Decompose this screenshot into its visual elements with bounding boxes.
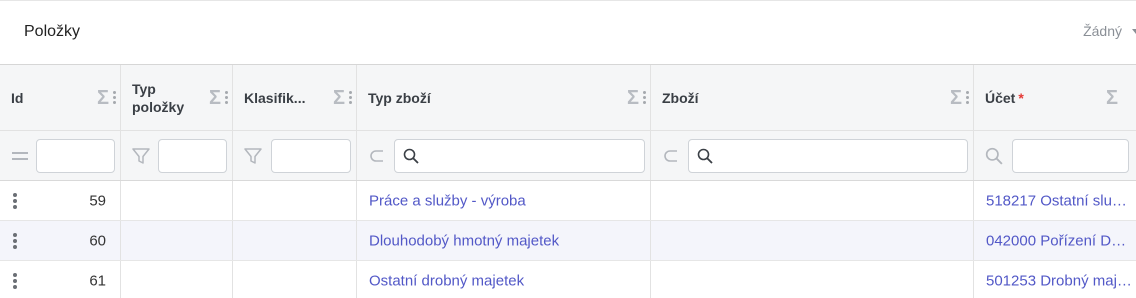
filter-cell-klasifikace — [233, 131, 357, 180]
cell-typ-polozky — [121, 181, 233, 220]
view-select-value: Žádný — [1083, 23, 1122, 39]
table-row[interactable]: 60 Dlouhodobý hmotný majetek 042000 Poří… — [0, 221, 1136, 261]
filter-cell-ucet — [974, 131, 1136, 180]
column-header-label: Účet * — [985, 89, 1024, 107]
column-header-text: Účet — [985, 89, 1016, 106]
column-header-label: Zboží — [662, 89, 699, 106]
ucet-link[interactable]: 501253 Drobný majetek — [986, 272, 1132, 289]
ucet-link[interactable]: 042000 Pořízení DHM — [986, 232, 1132, 249]
row-actions-icon[interactable] — [13, 232, 17, 249]
filter-cell-typ-polozky — [121, 131, 233, 180]
cell-ucet: 518217 Ostatní služby — [974, 181, 1136, 220]
required-marker: * — [1018, 89, 1024, 106]
sigma-icon[interactable]: Σ — [209, 88, 221, 108]
filter-input-id[interactable] — [36, 139, 115, 173]
search-icon[interactable] — [984, 147, 1004, 165]
sigma-icon[interactable]: Σ — [950, 88, 962, 108]
row-id: 60 — [89, 232, 106, 249]
filter-input-ucet[interactable] — [1012, 139, 1129, 173]
cell-typ-zbozi: Dlouhodobý hmotný majetek — [357, 221, 651, 260]
contains-icon[interactable] — [367, 147, 387, 165]
filter-input-klasifikace[interactable] — [271, 139, 351, 173]
filter-input-typ-zbozi[interactable] — [394, 139, 645, 173]
row-actions-icon[interactable] — [13, 192, 17, 209]
cell-ucet: 042000 Pořízení DHM — [974, 221, 1136, 260]
cell-typ-zbozi: Práce a služby - výroba — [357, 181, 651, 220]
typ-zbozi-link[interactable]: Dlouhodobý hmotný majetek — [369, 232, 559, 249]
table-row[interactable]: 59 Práce a služby - výroba 518217 Ostatn… — [0, 181, 1136, 221]
cell-zbozi — [651, 221, 974, 260]
grid-filter-row — [0, 131, 1136, 181]
contains-icon[interactable] — [661, 147, 681, 165]
column-menu-icon[interactable] — [113, 91, 116, 104]
column-menu-icon[interactable] — [349, 91, 352, 104]
cell-zbozi — [651, 261, 974, 298]
row-id: 59 — [89, 192, 106, 209]
equals-icon[interactable] — [10, 147, 30, 165]
column-header-ucet[interactable]: Účet * Σ — [974, 65, 1136, 130]
cell-typ-zbozi: Ostatní drobný majetek — [357, 261, 651, 298]
column-menu-icon[interactable] — [225, 91, 228, 104]
cell-klasifikace — [233, 221, 357, 260]
ucet-link[interactable]: 518217 Ostatní služby — [986, 192, 1132, 209]
typ-zbozi-link[interactable]: Práce a služby - výroba — [369, 192, 526, 209]
cell-id: 60 — [0, 221, 121, 260]
data-grid: Id Σ Typ položky Σ Klasifik... Σ Typ zbo… — [0, 64, 1136, 298]
page-title: Položky — [24, 23, 81, 40]
cell-klasifikace — [233, 181, 357, 220]
cell-klasifikace — [233, 261, 357, 298]
filter-cell-typ-zbozi — [357, 131, 651, 180]
column-header-typ-polozky[interactable]: Typ položky Σ — [121, 65, 233, 130]
cell-id: 59 — [0, 181, 121, 220]
column-header-label: Typ zboží — [368, 89, 431, 106]
sigma-icon[interactable]: Σ — [1106, 88, 1118, 108]
grid-header-row: Id Σ Typ položky Σ Klasifik... Σ Typ zbo… — [0, 65, 1136, 131]
column-header-zbozi[interactable]: Zboží Σ — [651, 65, 974, 130]
view-select[interactable]: Žádný — [1083, 23, 1136, 39]
search-icon — [697, 148, 713, 169]
table-row[interactable]: 61 Ostatní drobný majetek 501253 Drobný … — [0, 261, 1136, 298]
search-icon — [403, 148, 419, 169]
column-menu-icon[interactable] — [643, 91, 646, 104]
column-header-label: Id — [11, 89, 24, 106]
sigma-icon[interactable]: Σ — [333, 88, 345, 108]
cell-id: 61 — [0, 261, 121, 298]
row-actions-icon[interactable] — [13, 272, 17, 289]
cell-zbozi — [651, 181, 974, 220]
cell-typ-polozky — [121, 261, 233, 298]
sigma-icon[interactable]: Σ — [97, 88, 109, 108]
column-header-typ-zbozi[interactable]: Typ zboží Σ — [357, 65, 651, 130]
chevron-down-icon — [1132, 28, 1136, 34]
funnel-icon[interactable] — [131, 147, 151, 165]
filter-cell-zbozi — [651, 131, 974, 180]
typ-zbozi-link[interactable]: Ostatní drobný majetek — [369, 272, 524, 289]
column-header-klasifikace[interactable]: Klasifik... Σ — [233, 65, 357, 130]
column-header-label: Typ položky — [132, 80, 185, 115]
filter-input-zbozi[interactable] — [688, 139, 968, 173]
filter-input-typ-polozky[interactable] — [158, 139, 227, 173]
column-header-label: Klasifik... — [244, 89, 306, 106]
cell-typ-polozky — [121, 221, 233, 260]
sigma-icon[interactable]: Σ — [627, 88, 639, 108]
row-id: 61 — [89, 272, 106, 289]
cell-ucet: 501253 Drobný majetek — [974, 261, 1136, 298]
funnel-icon[interactable] — [243, 147, 263, 165]
panel-header: Položky Žádný — [0, 0, 1136, 64]
column-menu-icon[interactable] — [966, 91, 969, 104]
filter-cell-id — [0, 131, 121, 180]
column-header-id[interactable]: Id Σ — [0, 65, 121, 130]
